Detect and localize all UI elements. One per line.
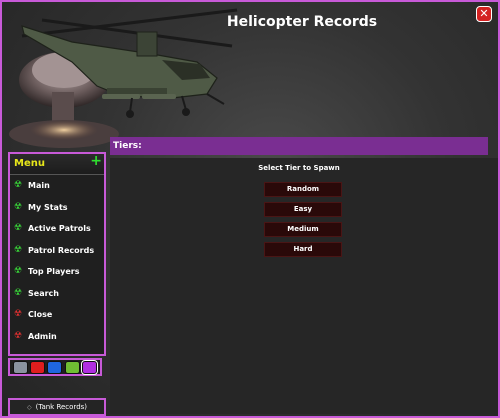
swatch-green[interactable]: [64, 360, 80, 374]
menu-item-label: Active Patrols: [28, 224, 91, 233]
menu-panel: Menu + ☢ Main ☢ My Stats ☢ Active Patrols ☢ Pat…: [8, 152, 106, 356]
helicopter-records-window: Helicopter Records ✕ Menu + ☢ Main ☢ My Sta…: [0, 0, 500, 418]
menu-item-label: Admin: [28, 331, 57, 341]
tiers-header: Tiers:: [110, 137, 488, 155]
menu-item-label: Top Players: [28, 267, 80, 276]
radiation-icon: ☢: [14, 287, 23, 298]
menu-item-active-patrols[interactable]: ☢ Active Patrols: [10, 218, 104, 240]
menu-item-label: Main: [28, 181, 50, 190]
theme-color-swatches: [8, 358, 102, 376]
menu-item-label: My Stats: [28, 202, 68, 212]
menu-header: Menu +: [10, 153, 104, 175]
radiation-icon: ☢: [14, 180, 23, 190]
swatch-blue[interactable]: [47, 360, 63, 374]
swatch-purple[interactable]: [80, 359, 98, 375]
swatch-red[interactable]: [30, 360, 46, 374]
close-window-button[interactable]: ✕: [476, 6, 492, 22]
tank-records-button[interactable]: ◇ (Tank Records): [8, 398, 106, 416]
tank-records-label: (Tank Records): [35, 403, 88, 411]
menu-item-my-stats[interactable]: ☢ My Stats: [10, 197, 104, 219]
radiation-icon: ☢: [14, 309, 23, 319]
menu-item-search[interactable]: ☢ Search: [10, 283, 104, 305]
window-title: Helicopter Records: [226, 14, 378, 30]
menu-item-admin[interactable]: ☢ Admin: [10, 326, 104, 348]
menu-item-label: Close: [28, 310, 53, 319]
menu-item-label: Search: [28, 288, 59, 298]
tier-hard-button[interactable]: Hard: [264, 242, 342, 257]
select-tier-prompt: Select Tier to Spawn: [258, 164, 340, 172]
radiation-icon: ☢: [14, 330, 23, 341]
menu-item-patrol-records[interactable]: ☢ Patrol Records: [10, 240, 104, 262]
radiation-icon: ☢: [14, 223, 23, 233]
radiation-icon: ☢: [14, 201, 23, 212]
radiation-icon: ☢: [14, 244, 23, 255]
tier-selection-panel: Select Tier to Spawn Random Easy Medium Har…: [110, 158, 498, 414]
tier-medium-button[interactable]: Medium: [264, 222, 342, 237]
add-plus-icon[interactable]: +: [90, 153, 102, 169]
menu-item-main[interactable]: ☢ Main: [10, 175, 104, 197]
menu-item-label: Patrol Records: [28, 245, 95, 255]
tier-easy-button[interactable]: Easy: [264, 202, 342, 217]
menu-item-close[interactable]: ☢ Close: [10, 304, 104, 326]
chevron-icon: ◇: [26, 404, 32, 411]
radiation-icon: ☢: [14, 266, 23, 276]
swatch-gray[interactable]: [13, 360, 29, 374]
menu-item-top-players[interactable]: ☢ Top Players: [10, 261, 104, 283]
tier-random-button[interactable]: Random: [264, 182, 342, 197]
menu-title: Menu: [14, 158, 45, 169]
